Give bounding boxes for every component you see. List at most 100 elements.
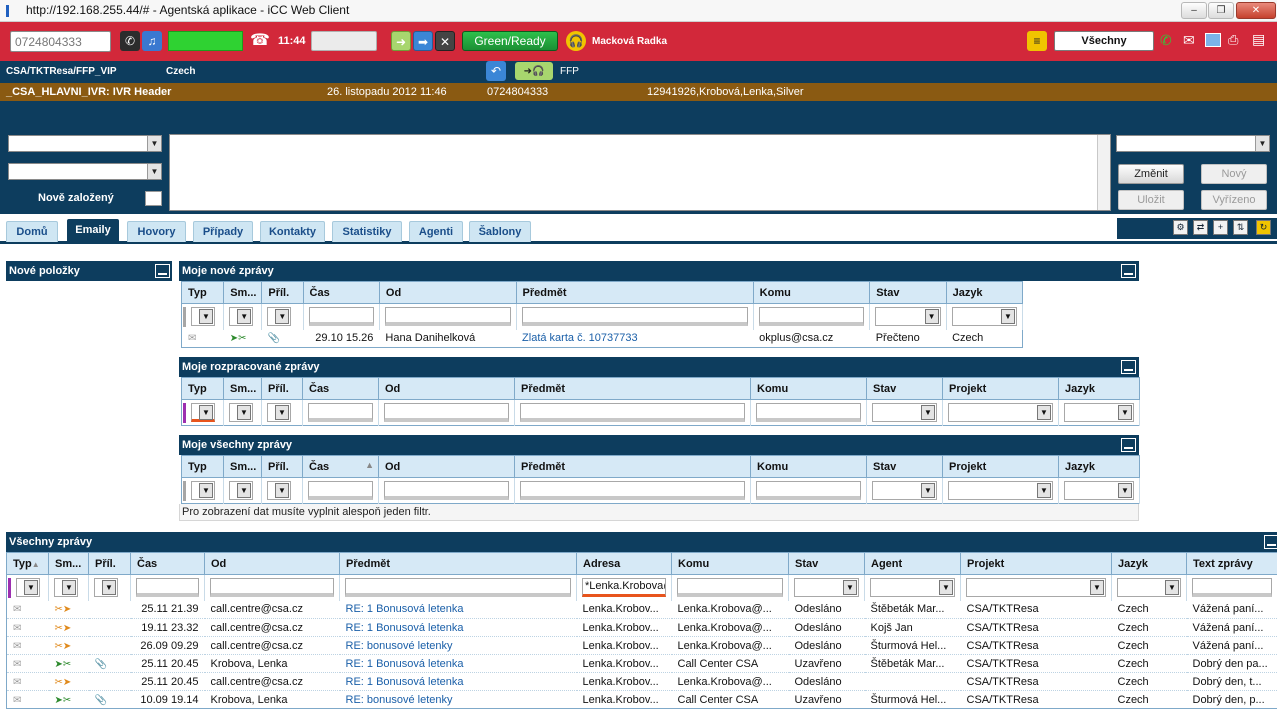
filter-cas[interactable] xyxy=(308,403,373,422)
maximize-icon[interactable] xyxy=(155,264,170,278)
col-cas[interactable]: Čas xyxy=(131,553,205,575)
col-stav[interactable]: Stav xyxy=(789,553,865,575)
filter-predmet[interactable] xyxy=(522,307,748,326)
col-od[interactable]: Od xyxy=(379,282,516,304)
filter-projekt[interactable]: ▼ xyxy=(948,403,1053,422)
col-jazyk[interactable]: Jazyk xyxy=(1112,553,1187,575)
tab-pripady[interactable]: Případy xyxy=(193,221,253,242)
col-typ[interactable]: Typ xyxy=(182,282,224,304)
print-icon[interactable]: ⎙ xyxy=(1228,32,1238,48)
table-row[interactable]: ✉✂➤25.11 20.45call.centre@csa.czRE: 1 Bo… xyxy=(7,673,1277,691)
col-typ[interactable]: Typ xyxy=(182,456,224,478)
col-stav[interactable]: Stav xyxy=(870,282,946,304)
close-icon[interactable]: ✕ xyxy=(1236,2,1276,19)
phone-icon[interactable]: ✆ xyxy=(1160,32,1172,49)
table-row[interactable]: ✉✂➤19.11 23.32call.centre@csa.czRE: 1 Bo… xyxy=(7,619,1277,637)
hangup-icon[interactable]: ☎ xyxy=(250,31,270,51)
filter-sm[interactable]: ▼ xyxy=(54,578,78,597)
col-predmet[interactable]: Předmět xyxy=(340,553,577,575)
filter-jazyk[interactable]: ▼ xyxy=(1064,403,1134,422)
filter-typ[interactable]: ▼ xyxy=(16,578,40,597)
new-button[interactable]: Nový xyxy=(1201,164,1267,184)
back-icon[interactable]: ↶ xyxy=(486,61,506,81)
add-icon[interactable]: + xyxy=(1213,220,1228,235)
filter-typ[interactable]: ▼ xyxy=(191,403,215,422)
tab-agenti[interactable]: Agenti xyxy=(409,221,463,242)
queue-select[interactable]: Všechny xyxy=(1054,31,1154,51)
filter-cas[interactable] xyxy=(136,578,199,597)
col-agent[interactable]: Agent xyxy=(865,553,961,575)
filter-projekt[interactable]: ▼ xyxy=(966,578,1106,597)
filter-od[interactable] xyxy=(384,403,509,422)
col-predmet[interactable]: Předmět xyxy=(515,378,751,400)
filter-sm[interactable]: ▼ xyxy=(229,481,253,500)
change-button[interactable]: Změnit xyxy=(1118,164,1184,184)
agent-transfer-icon[interactable]: ➜🎧 xyxy=(515,62,553,80)
filter-cas[interactable] xyxy=(308,481,373,500)
cell-predmet[interactable]: RE: bonusové letenky xyxy=(340,691,577,709)
category-select[interactable]: ▼ xyxy=(8,135,162,152)
col-cas[interactable]: Čas xyxy=(303,282,379,304)
col-sm[interactable]: Sm... xyxy=(49,553,89,575)
mail-icon[interactable]: ✉ xyxy=(1183,32,1195,49)
filter-typ[interactable]: ▼ xyxy=(191,307,215,326)
sort-icon[interactable]: ⇅ xyxy=(1233,220,1248,235)
refresh-icon[interactable]: ↻ xyxy=(1256,220,1271,235)
fax-icon[interactable]: ▤ xyxy=(1252,31,1265,48)
tab-sablony[interactable]: Šablony xyxy=(469,221,531,242)
subcategory-select[interactable]: ▼ xyxy=(8,163,162,180)
col-adresa[interactable]: Adresa xyxy=(577,553,672,575)
col-text[interactable]: Text zprávy xyxy=(1187,553,1277,575)
col-od[interactable]: Od xyxy=(379,456,515,478)
col-cas[interactable]: Čas▲ xyxy=(303,456,379,478)
filter-od[interactable] xyxy=(384,481,509,500)
filter-pril[interactable]: ▼ xyxy=(267,403,291,422)
filter-typ[interactable]: ▼ xyxy=(191,481,215,500)
col-pril[interactable]: Příl. xyxy=(262,456,303,478)
music-icon[interactable]: ♫ xyxy=(142,31,162,51)
filter-jazyk[interactable]: ▼ xyxy=(1117,578,1181,597)
cell-predmet[interactable]: RE: 1 Bonusová letenka xyxy=(340,601,577,619)
col-jazyk[interactable]: Jazyk xyxy=(1059,456,1140,478)
filter-stav[interactable]: ▼ xyxy=(875,307,940,326)
col-typ[interactable]: Typ▲ xyxy=(7,553,49,575)
filter-od[interactable] xyxy=(210,578,334,597)
transfer-input[interactable] xyxy=(311,31,377,51)
swap-icon[interactable]: ⇄ xyxy=(1193,220,1208,235)
table-row[interactable]: ✉✂➤26.09 09.29call.centre@csa.czRE: bonu… xyxy=(7,637,1277,655)
filter-pril[interactable]: ▼ xyxy=(267,481,291,500)
new-created-checkbox[interactable] xyxy=(145,191,162,206)
col-komu[interactable]: Komu xyxy=(672,553,789,575)
agent-status-button[interactable]: Green/Ready xyxy=(462,31,558,51)
cell-predmet[interactable]: RE: 1 Bonusová letenka xyxy=(340,619,577,637)
done-button[interactable]: Vyřízeno xyxy=(1201,190,1267,210)
cancel-icon[interactable]: ✕ xyxy=(435,31,455,51)
chat-icon[interactable] xyxy=(1205,33,1221,47)
col-od[interactable]: Od xyxy=(205,553,340,575)
col-cas[interactable]: Čas xyxy=(303,378,379,400)
table-row[interactable]: ✉➤✂📎10.09 19.14Krobova, LenkaRE: bonusov… xyxy=(7,691,1277,709)
filter-jazyk[interactable]: ▼ xyxy=(952,307,1017,326)
col-komu[interactable]: Komu xyxy=(753,282,870,304)
filter-stav[interactable]: ▼ xyxy=(872,403,937,422)
filter-predmet[interactable] xyxy=(520,481,745,500)
note-textarea[interactable] xyxy=(169,134,1111,211)
filter-jazyk[interactable]: ▼ xyxy=(1064,481,1134,500)
cell-predmet[interactable]: RE: bonusové letenky xyxy=(340,637,577,655)
filter-projekt[interactable]: ▼ xyxy=(948,481,1053,500)
filter-predmet[interactable] xyxy=(520,403,745,422)
minimize-panel-icon[interactable] xyxy=(1121,360,1136,374)
filter-cas[interactable] xyxy=(309,307,374,326)
filter-komu[interactable] xyxy=(759,307,865,326)
col-jazyk[interactable]: Jazyk xyxy=(1059,378,1140,400)
tab-kontakty[interactable]: Kontakty xyxy=(260,221,325,242)
filter-od[interactable] xyxy=(385,307,511,326)
dial-icon[interactable]: ✆ xyxy=(120,31,140,51)
filter-pril[interactable]: ▼ xyxy=(267,307,291,326)
filter-sm[interactable]: ▼ xyxy=(229,307,253,326)
minimize-panel-icon[interactable] xyxy=(1121,264,1136,278)
minimize-panel-icon[interactable] xyxy=(1264,535,1277,549)
filter-komu[interactable] xyxy=(756,403,861,422)
filter-agent[interactable]: ▼ xyxy=(870,578,955,597)
settings-icon[interactable]: ⚙ xyxy=(1173,220,1188,235)
